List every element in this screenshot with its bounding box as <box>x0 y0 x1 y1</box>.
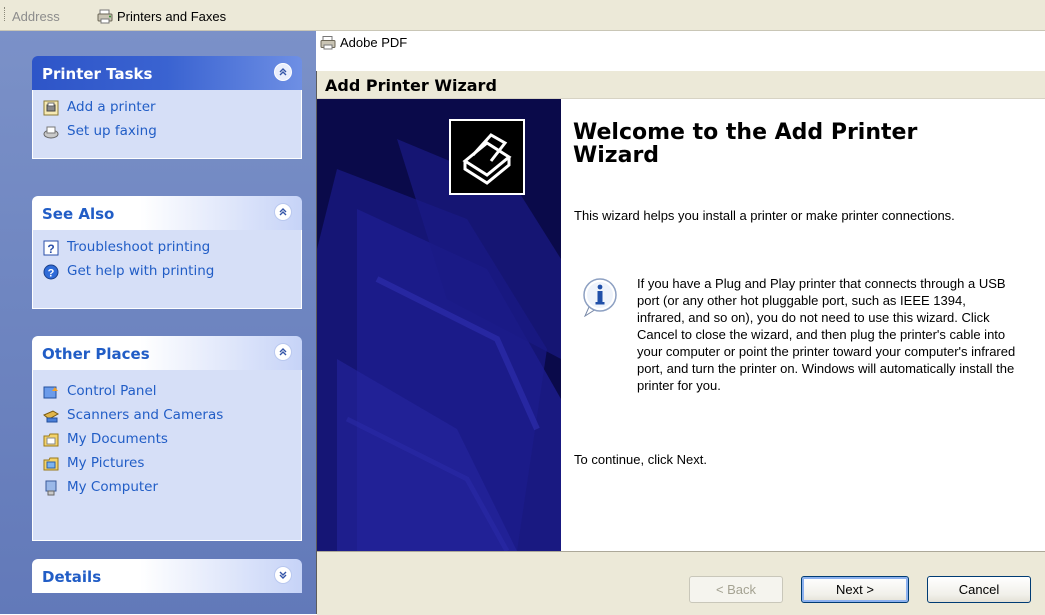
wizard-content: Welcome to the Add Printer Wizard This w… <box>561 99 1045 551</box>
task-label: Set up faxing <box>67 123 157 139</box>
task-label: Add a printer <box>67 99 156 115</box>
svg-text:?: ? <box>48 268 55 280</box>
printers-view: Adobe PDF Add Printer Wizard Welcome to … <box>316 31 1045 615</box>
place-control-panel[interactable]: Control Panel <box>33 380 301 404</box>
info-icon <box>581 277 619 322</box>
details-header[interactable]: Details <box>32 559 302 593</box>
task-label: Troubleshoot printing <box>67 239 211 255</box>
computer-icon <box>43 480 59 496</box>
details-group: Details <box>32 559 302 593</box>
place-label: My Computer <box>67 479 159 495</box>
see-also-title: See Also <box>42 205 115 223</box>
other-places-title: Other Places <box>42 345 150 363</box>
wizard-banner-art <box>317 99 561 551</box>
wizard-title: Add Printer Wizard <box>325 76 497 95</box>
add-printer-icon <box>43 100 59 116</box>
wizard-title-bar[interactable]: Add Printer Wizard <box>317 71 1045 99</box>
place-label: My Documents <box>67 431 168 447</box>
see-also-header[interactable]: See Also <box>32 196 302 230</box>
add-printer-wizard-dialog: Add Printer Wizard Welcome to the Add Pr… <box>316 71 1045 615</box>
expand-chevron-icon[interactable] <box>274 566 292 584</box>
task-pane: Printer Tasks Add a printer Set up faxin… <box>0 31 316 614</box>
help-circle-icon: ? <box>43 264 59 280</box>
help-book-icon: ? <box>43 240 59 256</box>
printer-label: Adobe PDF <box>340 35 408 50</box>
place-label: My Pictures <box>67 455 145 471</box>
collapse-chevron-icon[interactable] <box>274 63 292 81</box>
details-title: Details <box>42 568 102 586</box>
cancel-button[interactable]: Cancel <box>927 576 1031 603</box>
place-scanners-cameras[interactable]: Scanners and Cameras <box>33 404 301 428</box>
back-button[interactable]: < Back <box>689 576 783 603</box>
other-places-body: Control Panel Scanners and Cameras My Do… <box>32 370 302 541</box>
collapse-chevron-icon[interactable] <box>274 203 292 221</box>
wizard-button-bar: < Back Next > Cancel <box>317 551 1045 615</box>
wizard-heading: Welcome to the Add Printer Wizard <box>573 120 918 168</box>
control-panel-icon <box>43 384 59 400</box>
printer-icon <box>320 36 336 53</box>
collapse-chevron-icon[interactable] <box>274 343 292 361</box>
task-set-up-faxing[interactable]: Set up faxing <box>33 120 301 144</box>
wizard-info-text: If you have a Plug and Play printer that… <box>637 276 1016 393</box>
fax-icon <box>43 124 59 140</box>
place-my-pictures[interactable]: My Pictures <box>33 452 301 476</box>
task-add-printer[interactable]: Add a printer <box>33 96 301 120</box>
place-my-documents[interactable]: My Documents <box>33 428 301 452</box>
printer-tasks-group: Printer Tasks Add a printer Set up faxin… <box>32 56 302 159</box>
address-bar: Address Printers and Faxes <box>0 0 1045 31</box>
printer-tasks-header[interactable]: Printer Tasks <box>32 56 302 90</box>
address-label: Address <box>12 9 60 24</box>
place-label: Control Panel <box>67 383 157 399</box>
wizard-intro-text: This wizard helps you install a printer … <box>574 208 955 223</box>
scanner-icon <box>43 408 59 424</box>
printer-wizard-icon <box>449 119 525 195</box>
wizard-continue-text: To continue, click Next. <box>574 452 707 467</box>
task-label: Get help with printing <box>67 263 215 279</box>
printers-folder-icon <box>97 9 114 29</box>
address-value[interactable]: Printers and Faxes <box>117 9 226 24</box>
see-also-body: ? Troubleshoot printing ? Get help with … <box>32 230 302 309</box>
printer-tasks-body: Add a printer Set up faxing <box>32 90 302 159</box>
task-troubleshoot-printing[interactable]: ? Troubleshoot printing <box>33 236 301 260</box>
printer-tasks-title: Printer Tasks <box>42 65 153 83</box>
other-places-header[interactable]: Other Places <box>32 336 302 370</box>
svg-text:?: ? <box>47 242 54 256</box>
toolbar-grip[interactable] <box>4 7 7 21</box>
place-my-computer[interactable]: My Computer <box>33 476 301 500</box>
see-also-group: See Also ? Troubleshoot printing ? Get h… <box>32 196 302 309</box>
next-button[interactable]: Next > <box>801 576 909 603</box>
folder-icon <box>43 432 59 448</box>
task-get-help-printing[interactable]: ? Get help with printing <box>33 260 301 284</box>
place-label: Scanners and Cameras <box>67 407 224 423</box>
pictures-folder-icon <box>43 456 59 472</box>
other-places-group: Other Places Control Panel Scanners and … <box>32 336 302 541</box>
